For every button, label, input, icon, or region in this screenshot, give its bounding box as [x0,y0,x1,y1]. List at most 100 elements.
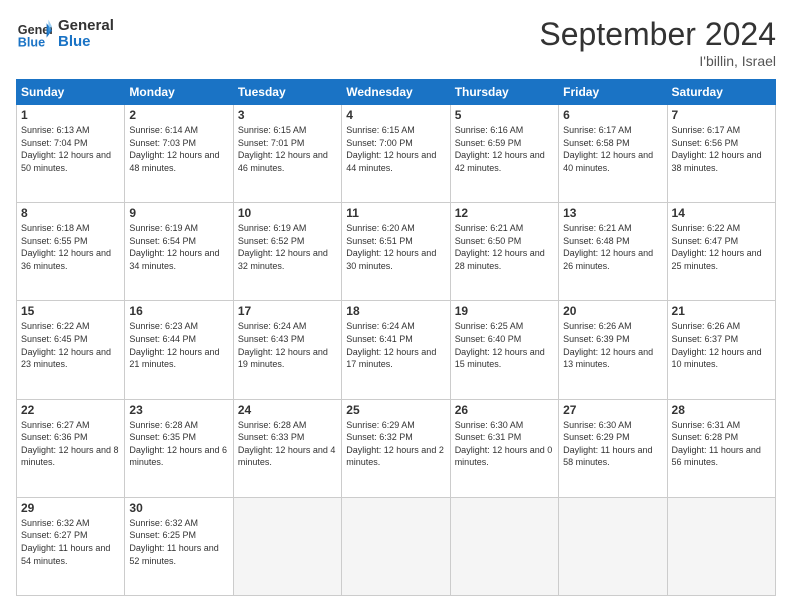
day-number: 9 [129,206,228,220]
day-number: 6 [563,108,662,122]
day-header-tuesday: Tuesday [233,80,341,105]
location-subtitle: I'billin, Israel [539,53,776,69]
day-info: Sunrise: 6:15 AM Sunset: 7:00 PM Dayligh… [346,124,445,174]
title-area: September 2024 I'billin, Israel [539,16,776,69]
day-number: 11 [346,206,445,220]
day-info: Sunrise: 6:30 AM Sunset: 6:31 PM Dayligh… [455,419,554,469]
calendar-cell: 20 Sunrise: 6:26 AM Sunset: 6:39 PM Dayl… [559,301,667,399]
day-number: 3 [238,108,337,122]
day-number: 18 [346,304,445,318]
calendar-cell: 21 Sunrise: 6:26 AM Sunset: 6:37 PM Dayl… [667,301,775,399]
day-number: 20 [563,304,662,318]
calendar-cell: 8 Sunrise: 6:18 AM Sunset: 6:55 PM Dayli… [17,203,125,301]
day-number: 16 [129,304,228,318]
day-info: Sunrise: 6:19 AM Sunset: 6:52 PM Dayligh… [238,222,337,272]
day-info: Sunrise: 6:25 AM Sunset: 6:40 PM Dayligh… [455,320,554,370]
day-header-friday: Friday [559,80,667,105]
calendar-cell: 18 Sunrise: 6:24 AM Sunset: 6:41 PM Dayl… [342,301,450,399]
day-number: 25 [346,403,445,417]
page-header: General Blue General Blue September 2024… [16,16,776,69]
day-info: Sunrise: 6:30 AM Sunset: 6:29 PM Dayligh… [563,419,662,469]
day-number: 8 [21,206,120,220]
day-info: Sunrise: 6:16 AM Sunset: 6:59 PM Dayligh… [455,124,554,174]
day-info: Sunrise: 6:27 AM Sunset: 6:36 PM Dayligh… [21,419,120,469]
day-info: Sunrise: 6:21 AM Sunset: 6:50 PM Dayligh… [455,222,554,272]
calendar-cell: 1 Sunrise: 6:13 AM Sunset: 7:04 PM Dayli… [17,105,125,203]
calendar-cell: 24 Sunrise: 6:28 AM Sunset: 6:33 PM Dayl… [233,399,341,497]
svg-text:Blue: Blue [18,36,45,50]
calendar-cell [342,497,450,595]
day-info: Sunrise: 6:19 AM Sunset: 6:54 PM Dayligh… [129,222,228,272]
day-number: 17 [238,304,337,318]
day-info: Sunrise: 6:24 AM Sunset: 6:41 PM Dayligh… [346,320,445,370]
calendar-cell: 28 Sunrise: 6:31 AM Sunset: 6:28 PM Dayl… [667,399,775,497]
day-info: Sunrise: 6:23 AM Sunset: 6:44 PM Dayligh… [129,320,228,370]
day-number: 19 [455,304,554,318]
day-info: Sunrise: 6:31 AM Sunset: 6:28 PM Dayligh… [672,419,771,469]
day-number: 7 [672,108,771,122]
month-title: September 2024 [539,16,776,53]
day-number: 29 [21,501,120,515]
calendar-table: SundayMondayTuesdayWednesdayThursdayFrid… [16,79,776,596]
calendar-cell: 22 Sunrise: 6:27 AM Sunset: 6:36 PM Dayl… [17,399,125,497]
day-number: 12 [455,206,554,220]
day-info: Sunrise: 6:32 AM Sunset: 6:27 PM Dayligh… [21,517,120,567]
calendar-cell [559,497,667,595]
calendar-cell: 14 Sunrise: 6:22 AM Sunset: 6:47 PM Dayl… [667,203,775,301]
calendar-week-2: 8 Sunrise: 6:18 AM Sunset: 6:55 PM Dayli… [17,203,776,301]
day-info: Sunrise: 6:17 AM Sunset: 6:58 PM Dayligh… [563,124,662,174]
calendar-cell: 30 Sunrise: 6:32 AM Sunset: 6:25 PM Dayl… [125,497,233,595]
calendar-cell: 2 Sunrise: 6:14 AM Sunset: 7:03 PM Dayli… [125,105,233,203]
day-info: Sunrise: 6:32 AM Sunset: 6:25 PM Dayligh… [129,517,228,567]
calendar-week-3: 15 Sunrise: 6:22 AM Sunset: 6:45 PM Dayl… [17,301,776,399]
calendar-cell [233,497,341,595]
logo-line1: General [58,18,114,35]
day-info: Sunrise: 6:21 AM Sunset: 6:48 PM Dayligh… [563,222,662,272]
day-number: 22 [21,403,120,417]
day-info: Sunrise: 6:13 AM Sunset: 7:04 PM Dayligh… [21,124,120,174]
day-info: Sunrise: 6:14 AM Sunset: 7:03 PM Dayligh… [129,124,228,174]
day-number: 10 [238,206,337,220]
day-header-sunday: Sunday [17,80,125,105]
day-number: 23 [129,403,228,417]
calendar-cell: 12 Sunrise: 6:21 AM Sunset: 6:50 PM Dayl… [450,203,558,301]
calendar-cell [450,497,558,595]
day-number: 2 [129,108,228,122]
calendar-cell: 9 Sunrise: 6:19 AM Sunset: 6:54 PM Dayli… [125,203,233,301]
day-info: Sunrise: 6:28 AM Sunset: 6:33 PM Dayligh… [238,419,337,469]
logo-line2: Blue [58,34,114,51]
day-info: Sunrise: 6:28 AM Sunset: 6:35 PM Dayligh… [129,419,228,469]
day-number: 26 [455,403,554,417]
day-info: Sunrise: 6:17 AM Sunset: 6:56 PM Dayligh… [672,124,771,174]
calendar-week-4: 22 Sunrise: 6:27 AM Sunset: 6:36 PM Dayl… [17,399,776,497]
calendar-cell: 25 Sunrise: 6:29 AM Sunset: 6:32 PM Dayl… [342,399,450,497]
day-number: 24 [238,403,337,417]
day-header-saturday: Saturday [667,80,775,105]
calendar-cell: 5 Sunrise: 6:16 AM Sunset: 6:59 PM Dayli… [450,105,558,203]
day-number: 30 [129,501,228,515]
calendar-cell: 19 Sunrise: 6:25 AM Sunset: 6:40 PM Dayl… [450,301,558,399]
day-number: 13 [563,206,662,220]
day-number: 4 [346,108,445,122]
calendar-cell: 11 Sunrise: 6:20 AM Sunset: 6:51 PM Dayl… [342,203,450,301]
day-header-thursday: Thursday [450,80,558,105]
calendar-cell: 17 Sunrise: 6:24 AM Sunset: 6:43 PM Dayl… [233,301,341,399]
day-info: Sunrise: 6:22 AM Sunset: 6:47 PM Dayligh… [672,222,771,272]
day-number: 28 [672,403,771,417]
calendar-cell: 23 Sunrise: 6:28 AM Sunset: 6:35 PM Dayl… [125,399,233,497]
day-info: Sunrise: 6:18 AM Sunset: 6:55 PM Dayligh… [21,222,120,272]
calendar-cell: 3 Sunrise: 6:15 AM Sunset: 7:01 PM Dayli… [233,105,341,203]
calendar-cell [667,497,775,595]
calendar-cell: 29 Sunrise: 6:32 AM Sunset: 6:27 PM Dayl… [17,497,125,595]
day-info: Sunrise: 6:26 AM Sunset: 6:39 PM Dayligh… [563,320,662,370]
day-info: Sunrise: 6:26 AM Sunset: 6:37 PM Dayligh… [672,320,771,370]
calendar-cell: 15 Sunrise: 6:22 AM Sunset: 6:45 PM Dayl… [17,301,125,399]
day-info: Sunrise: 6:22 AM Sunset: 6:45 PM Dayligh… [21,320,120,370]
day-number: 1 [21,108,120,122]
day-number: 15 [21,304,120,318]
day-number: 27 [563,403,662,417]
day-info: Sunrise: 6:15 AM Sunset: 7:01 PM Dayligh… [238,124,337,174]
calendar-cell: 16 Sunrise: 6:23 AM Sunset: 6:44 PM Dayl… [125,301,233,399]
logo: General Blue General Blue [16,16,114,52]
calendar-cell: 7 Sunrise: 6:17 AM Sunset: 6:56 PM Dayli… [667,105,775,203]
